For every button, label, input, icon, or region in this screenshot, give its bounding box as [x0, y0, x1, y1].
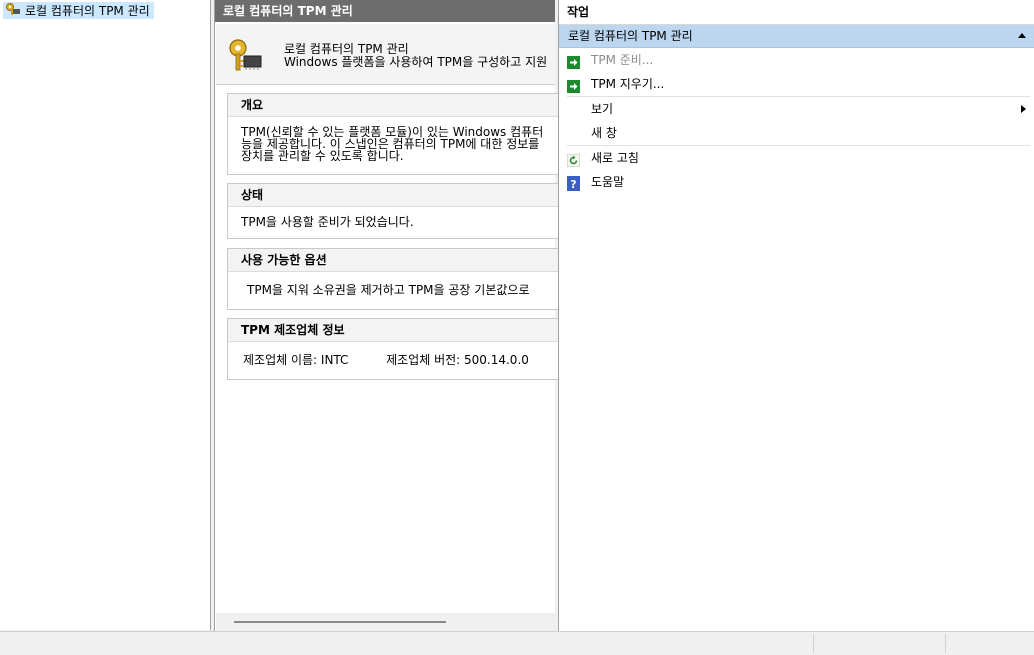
horizontal-scrollbar[interactable] — [216, 613, 555, 631]
help-icon: ? — [567, 175, 580, 191]
tree-item-label: 로컬 컴퓨터의 TPM 관리 — [25, 4, 150, 18]
section-manufacturer-info: TPM 제조업체 정보 제조업체 이름: INTC 제조업체 버전: 500.1… — [227, 318, 568, 380]
overview-line: 장치를 관리할 수 있도록 합니다. — [241, 149, 404, 163]
actions-group-label: 로컬 컴퓨터의 TPM 관리 — [568, 29, 693, 43]
section-body: TPM(신뢰할 수 있는 플랫폼 모듈)이 있는 Windows 컴퓨터 능을 … — [228, 117, 568, 162]
action-tpm-prepare[interactable]: TPM 준비... — [559, 48, 1034, 72]
action-label: 새로 고침 — [591, 151, 639, 165]
svg-text:?: ? — [570, 178, 576, 191]
console-tree: 로컬 컴퓨터의 TPM 관리 — [0, 0, 211, 630]
options-text: TPM을 지워 소유권을 제거하고 TPM을 공장 기본값으로 — [247, 283, 530, 297]
status-pane — [945, 634, 946, 653]
actions-group-header[interactable]: 로컬 컴퓨터의 TPM 관리 — [559, 25, 1034, 48]
section-title: 개요 — [228, 94, 568, 117]
action-label: 새 창 — [591, 126, 617, 140]
manufacturer-name: 제조업체 이름: INTC — [243, 353, 349, 367]
status-bar — [0, 631, 1034, 655]
section-available-options: 사용 가능한 옵션 TPM을 지워 소유권을 제거하고 TPM을 공장 기본값으… — [227, 248, 568, 310]
details-header: 로컬 컴퓨터의 TPM 관리 — [215, 0, 555, 22]
action-new-window[interactable]: 새 창 — [559, 121, 1034, 145]
action-label: 도움말 — [591, 175, 625, 189]
collapse-caret-icon[interactable] — [1018, 33, 1026, 38]
details-pane: 로컬 컴퓨터의 TPM 관리 로컬 컴퓨터의 TPM 관리 Windows 플랫… — [214, 0, 568, 631]
action-tpm-clear[interactable]: TPM 지우기... — [559, 72, 1034, 96]
tpm-key-large-icon — [228, 38, 264, 77]
action-view[interactable]: 보기 — [559, 97, 1034, 121]
intro-banner: 로컬 컴퓨터의 TPM 관리 Windows 플랫폼을 사용하여 TPM을 구성… — [216, 24, 555, 85]
refresh-icon — [566, 151, 581, 168]
green-arrow-icon — [567, 77, 580, 93]
section-status: 상태 TPM을 사용할 준비가 되었습니다. — [227, 183, 568, 239]
intro-subtitle: Windows 플랫폼을 사용하여 TPM을 구성하고 지원 — [284, 55, 548, 69]
actions-pane: 작업 로컬 컴퓨터의 TPM 관리 TPM 준비... TPM 지우기... 보… — [558, 0, 1034, 631]
action-help[interactable]: ? 도움말 — [559, 170, 1034, 194]
status-pane — [813, 634, 814, 653]
scrollbar-thumb[interactable] — [234, 621, 446, 623]
action-label: TPM 준비... — [591, 53, 654, 67]
section-title: 상태 — [228, 184, 568, 207]
submenu-arrow-icon — [1021, 105, 1026, 113]
action-refresh[interactable]: 새로 고침 — [559, 146, 1034, 170]
section-title: 사용 가능한 옵션 — [228, 249, 568, 272]
status-text: TPM을 사용할 준비가 되었습니다. — [241, 215, 414, 229]
green-arrow-icon — [567, 53, 580, 69]
manufacturer-version: 제조업체 버전: 500.14.0.0 — [386, 353, 529, 367]
section-title: TPM 제조업체 정보 — [228, 319, 568, 342]
manufacturer-row: 제조업체 이름: INTC 제조업체 버전: 500.14.0.0 — [228, 342, 568, 366]
action-label: 보기 — [591, 102, 614, 116]
actions-title: 작업 — [559, 0, 1034, 25]
tpm-key-icon — [5, 2, 21, 19]
tree-item-tpm-management[interactable]: 로컬 컴퓨터의 TPM 관리 — [3, 2, 154, 19]
action-label: TPM 지우기... — [591, 77, 665, 91]
section-overview: 개요 TPM(신뢰할 수 있는 플랫폼 모듈)이 있는 Windows 컴퓨터 … — [227, 93, 568, 175]
